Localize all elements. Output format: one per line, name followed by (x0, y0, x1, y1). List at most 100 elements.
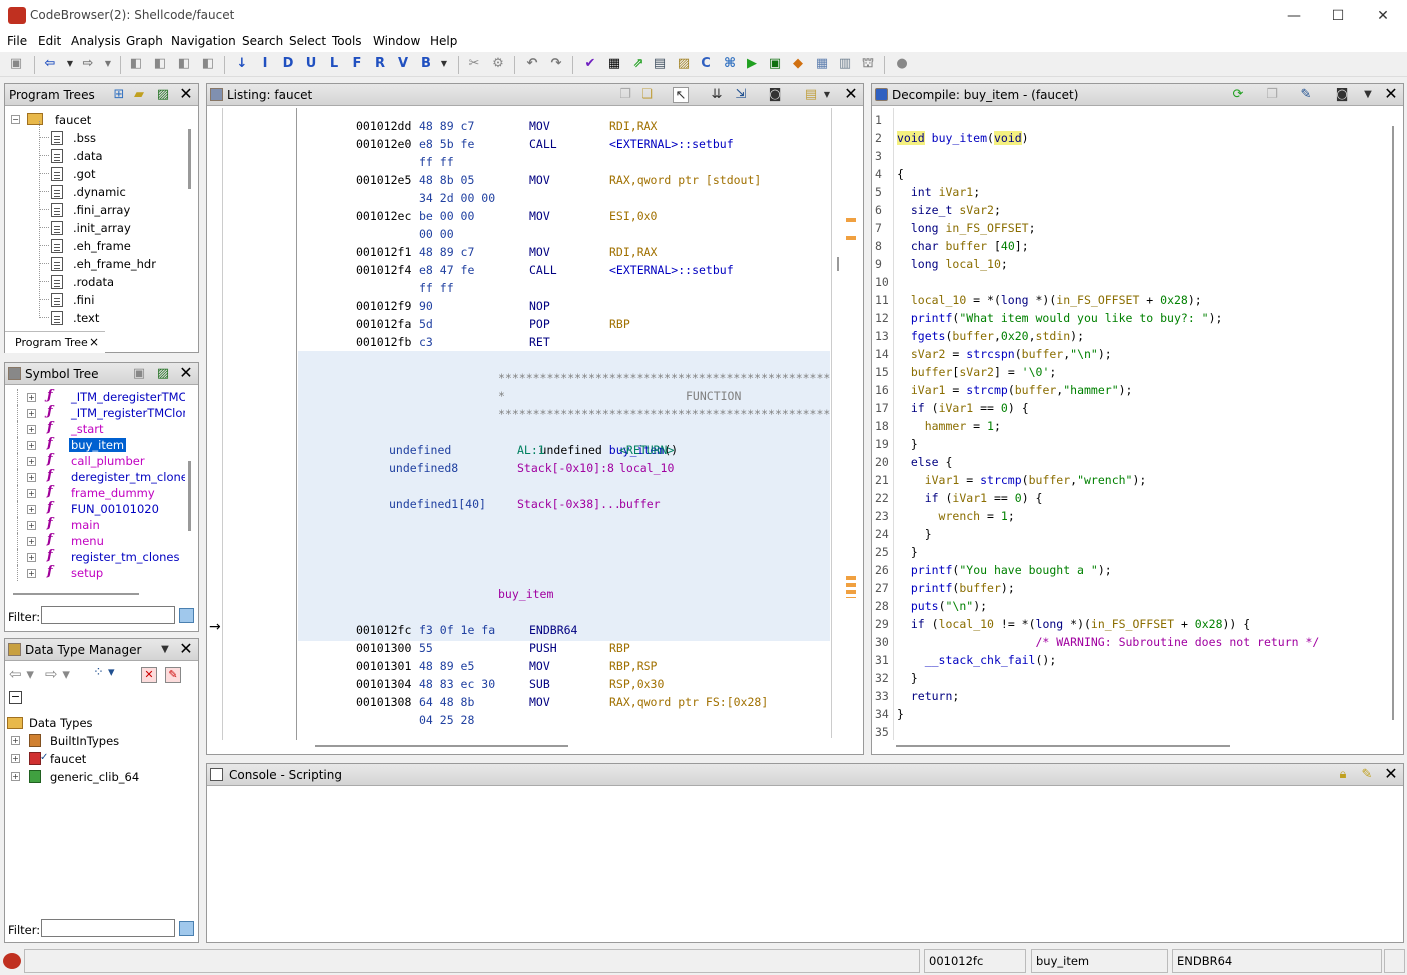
scroll-lock-icon[interactable]: 🔒︎ (1335, 767, 1351, 783)
open-diff-icon[interactable]: ⇲ (733, 87, 749, 103)
close-data-type-manager-icon[interactable]: ✕ (178, 641, 194, 657)
decompile-menu-icon[interactable]: ▼ (1360, 87, 1376, 103)
dtm-filter-input[interactable] (41, 919, 175, 937)
symbol-tree-item[interactable]: + f call_plumber (5, 452, 185, 469)
expand-icon[interactable]: + (27, 425, 36, 434)
disassemble-icon[interactable]: ⚙ (490, 56, 506, 72)
dtm-filter-icon[interactable]: ✕ (141, 667, 157, 683)
param-name[interactable]: buffer (619, 495, 661, 513)
decompiler-icon[interactable]: C (698, 56, 714, 72)
nav-prev-func-icon[interactable]: ◧ (176, 56, 192, 72)
menu-navigation[interactable]: Navigation (171, 34, 236, 48)
next-label-button[interactable]: L (326, 56, 342, 72)
collapse-icon[interactable]: − (11, 115, 20, 124)
back-icon[interactable]: ⇦ (42, 56, 58, 72)
next-undefined-button[interactable]: U (303, 56, 319, 72)
next-data-button[interactable]: D (280, 56, 296, 72)
instruction-mnemonic[interactable]: MOV (529, 117, 550, 135)
instruction-mnemonic[interactable]: CALL (529, 261, 557, 279)
export-icon[interactable]: ⇗ (630, 56, 646, 72)
instruction-operands[interactable]: RDI,RAX (609, 117, 657, 135)
instruction-mnemonic[interactable]: MOV (529, 207, 550, 225)
next-reference-button[interactable]: R (372, 56, 388, 72)
close-symbol-tree-icon[interactable]: ✕ (178, 365, 194, 381)
instruction-operands[interactable]: RBP,RSP (609, 657, 657, 675)
menu-file[interactable]: File (7, 34, 27, 48)
instruction-operands[interactable]: RAX,qword ptr FS:[0x28] (609, 693, 768, 711)
instruction-address[interactable]: 001012f4 (356, 261, 411, 279)
run-script-icon[interactable]: ▶ (744, 56, 760, 72)
program-tree-scrollbar[interactable] (188, 129, 191, 189)
expand-icon[interactable]: + (27, 569, 36, 578)
menu-tools[interactable]: Tools (332, 34, 362, 48)
instruction-mnemonic[interactable]: NOP (529, 297, 550, 315)
symbol-table-icon[interactable]: ▥ (837, 56, 853, 72)
expand-icon[interactable]: + (27, 409, 36, 418)
param-type[interactable]: undefined (389, 441, 451, 459)
next-function-button[interactable]: F (349, 56, 365, 72)
symbol-tree-hscroll[interactable] (13, 593, 139, 595)
instruction-mnemonic[interactable]: PUSH (529, 639, 557, 657)
dtm-back-icon[interactable]: ⇦ ▾ (9, 665, 34, 683)
instruction-address[interactable]: 001012fc (356, 621, 411, 639)
instruction-address[interactable]: 00101300 (356, 639, 411, 657)
param-name[interactable]: <RETURN> (619, 441, 674, 459)
function-signature[interactable]: undefined buy_item() (498, 423, 679, 457)
save-icon[interactable]: ▣ (8, 56, 24, 72)
instruction-address[interactable]: 001012fb (356, 333, 411, 351)
instruction-mnemonic[interactable]: CALL (529, 135, 557, 153)
symbol-tree-item[interactable]: + f frame_dummy (5, 484, 185, 501)
instruction-mnemonic[interactable]: ENDBR64 (529, 621, 577, 639)
listing-options-icon[interactable]: ▤ (803, 87, 819, 103)
instruction-address[interactable]: 001012fa (356, 315, 411, 333)
symbol-tree-item[interactable]: + f setup (5, 564, 185, 581)
tree-action-icon[interactable]: ▨ (155, 87, 171, 103)
symbol-tree-item[interactable]: + f main (5, 516, 185, 533)
next-value-button[interactable]: V (395, 56, 411, 72)
instruction-address[interactable]: 001012f1 (356, 243, 411, 261)
param-storage[interactable]: Stack[-0x38]... (517, 495, 621, 513)
instruction-address[interactable]: 00101308 (356, 693, 411, 711)
symbol-tree-item[interactable]: + f FUN_00101020 (5, 500, 185, 517)
instruction-mnemonic[interactable]: MOV (529, 657, 550, 675)
expand-icon[interactable]: + (27, 441, 36, 450)
memory-map-icon[interactable]: ▤ (652, 56, 668, 72)
decompile-snapshot-icon[interactable]: ◙ (1334, 87, 1350, 103)
menu-select[interactable]: Select (289, 34, 326, 48)
nav-next-func-icon[interactable]: ◧ (200, 56, 216, 72)
instruction-address[interactable]: 001012ec (356, 207, 411, 225)
help-icon[interactable]: ● (894, 56, 910, 72)
instruction-mnemonic[interactable]: POP (529, 315, 550, 333)
instruction-mnemonic[interactable]: MOV (529, 171, 550, 189)
expand-icon[interactable]: + (27, 473, 36, 482)
maximize-button[interactable]: ☐ (1316, 4, 1360, 28)
symbol-tree-item[interactable]: + f deregister_tm_clones (5, 468, 185, 485)
param-name[interactable]: local_10 (619, 459, 674, 477)
expand-icon[interactable]: + (11, 736, 20, 745)
menu-window[interactable]: Window (373, 34, 420, 48)
dtm-filter2-icon[interactable]: ✎ (165, 667, 181, 683)
menu-search[interactable]: Search (242, 34, 283, 48)
instruction-operands[interactable]: <EXTERNAL>::setbuf (609, 135, 734, 153)
registers-icon[interactable]: ▨ (676, 56, 692, 72)
instruction-operands[interactable]: ESI,0x0 (609, 207, 657, 225)
instruction-address[interactable]: 001012f9 (356, 297, 411, 315)
decompile-hscroll[interactable] (896, 745, 1230, 747)
copy-icon[interactable]: ❐ (617, 87, 633, 103)
next-bookmark-button[interactable]: B (418, 56, 434, 72)
references-icon[interactable]: ⛫ (860, 56, 876, 72)
close-program-trees-icon[interactable]: ✕ (178, 86, 194, 102)
down-arrow-icon[interactable]: ↓ (234, 56, 250, 72)
nav-prev-icon[interactable]: ◧ (128, 56, 144, 72)
dtm-filter-options-icon[interactable] (179, 921, 194, 936)
dtm-tree-icon[interactable]: ⁘ ▾ (93, 665, 115, 680)
param-storage[interactable]: Stack[-0x10]:8 (517, 459, 614, 477)
open-tree-icon[interactable]: ▰ (131, 87, 147, 103)
close-decompile-icon[interactable]: ✕ (1383, 86, 1399, 102)
program-tree-tab[interactable]: Program Tree × (5, 331, 105, 353)
dtm-collapse-icon[interactable]: − (9, 691, 22, 704)
param-type[interactable]: undefined8 (389, 459, 458, 477)
instruction-mnemonic[interactable]: SUB (529, 675, 550, 693)
instruction-operands[interactable]: RBP (609, 639, 630, 657)
close-console-icon[interactable]: ✕ (1383, 766, 1399, 782)
